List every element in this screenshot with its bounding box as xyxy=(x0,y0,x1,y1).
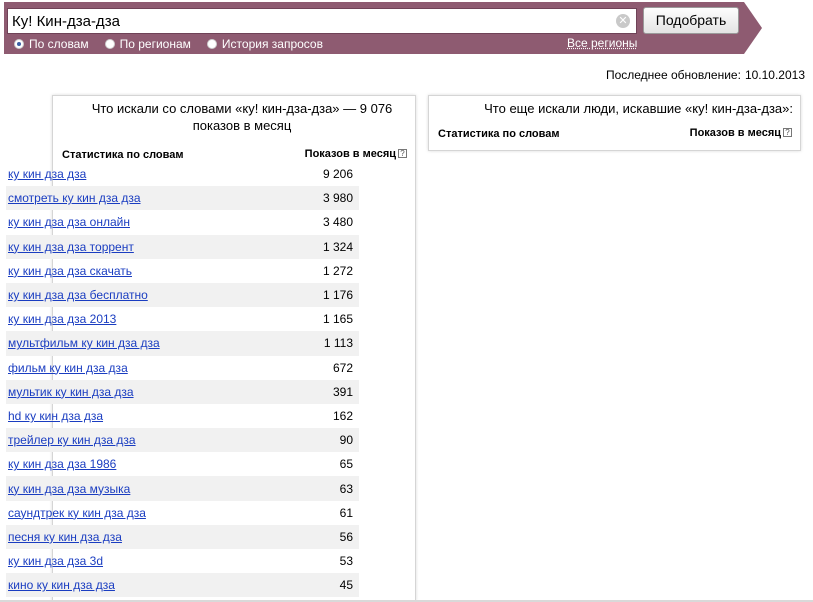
keyword-link[interactable]: ку кин дза дза онлайн xyxy=(8,215,130,229)
keyword-link[interactable]: кино ку кин дза дза xyxy=(8,578,115,592)
mode-by-regions[interactable]: По регионам xyxy=(104,37,191,51)
table-row: ку кин дза дза 1986 65 xyxy=(6,452,359,476)
table-row: ку кин дза дза онлайн 3 480 xyxy=(6,210,359,234)
help-icon[interactable]: ? xyxy=(398,149,407,158)
impressions-count: 53 xyxy=(339,554,353,569)
impressions-count: 1 176 xyxy=(322,288,353,303)
keyword-link[interactable]: ку кин дза дза бесплатно xyxy=(8,288,148,302)
keyword-link[interactable]: фильм ку кин дза дза xyxy=(8,361,128,375)
table-row: кино ку кин дза дза 45 xyxy=(6,573,359,598)
keyword-link[interactable]: смотреть ку кин дза дза xyxy=(8,191,141,205)
keyword-link[interactable]: hd ку кин дза дза xyxy=(8,409,103,423)
keyword-table: ку кин дза дза 9 206 смотреть ку кин дза д… xyxy=(6,162,359,598)
last-update-label: Последнее обновление: xyxy=(605,68,741,82)
last-update: Последнее обновление: 10.10.2013 xyxy=(602,68,805,82)
table-row: фильм ку кин дза дза 672 xyxy=(6,356,359,380)
search-input[interactable] xyxy=(12,11,612,31)
table-row: трейлер ку кин дза дза 90 xyxy=(6,428,359,453)
radio-unchecked-icon[interactable] xyxy=(104,39,115,49)
impressions-count: 45 xyxy=(339,578,353,593)
impressions-count: 61 xyxy=(339,505,353,520)
impressions-count: 1 324 xyxy=(322,239,353,254)
keyword-link[interactable]: саундтрек ку кин дза дза xyxy=(8,506,146,520)
search-field[interactable]: ✕ xyxy=(7,8,637,34)
keyword-link[interactable]: ку кин дза дза 3d xyxy=(8,554,103,568)
table-row: смотреть ку кин дза дза 3 980 xyxy=(6,186,359,211)
table-row: ку кин дза дза скачать 1 272 xyxy=(6,259,359,283)
mode-query-history-label: История запросов xyxy=(221,37,323,51)
column-header-phrase: Статистика по словам xyxy=(438,128,560,140)
keyword-link[interactable]: ку кин дза дза 2013 xyxy=(8,312,116,326)
table-row: ку кин дза дза 3d 53 xyxy=(6,549,359,573)
related-queries-panel: Что еще искали люди, искавшие «ку! кин-д… xyxy=(428,95,801,151)
keyword-link[interactable]: ку кин дза дза скачать xyxy=(8,264,132,278)
table-row: мультик ку кин дза дза 391 xyxy=(6,379,359,404)
column-header-count-label: Показов в месяц xyxy=(689,127,781,139)
impressions-count: 391 xyxy=(332,384,353,399)
column-header-count: Показов в месяц? xyxy=(305,148,407,160)
impressions-count: 672 xyxy=(332,360,353,375)
table-row: hd ку кин дза дза 162 xyxy=(6,404,359,428)
keyword-link[interactable]: ку кин дза дза музыка xyxy=(8,482,130,496)
radio-checked-icon[interactable] xyxy=(14,39,24,49)
impressions-count: 63 xyxy=(339,481,353,496)
related-queries-title: Что еще искали люди, искавшие «ку! кин-д… xyxy=(484,101,793,116)
table-row: ку кин дза дза бесплатно 1 176 xyxy=(6,282,359,308)
impressions-count: 1 165 xyxy=(322,312,353,327)
header-arrow-decoration xyxy=(744,2,762,54)
all-regions-link[interactable]: Все регионы xyxy=(567,36,637,50)
keyword-link[interactable]: ку кин дза дза 1986 xyxy=(8,457,116,471)
submit-button[interactable]: Подобрать xyxy=(643,7,739,34)
table-row: песня ку кин дза дза 56 xyxy=(6,524,359,549)
impressions-count: 162 xyxy=(332,408,353,423)
help-icon[interactable]: ? xyxy=(783,128,792,137)
impressions-count: 90 xyxy=(339,433,353,448)
column-header-count: Показов в месяц? xyxy=(690,127,792,139)
radio-unchecked-icon[interactable] xyxy=(206,39,217,49)
column-header-count-label: Показов в месяц xyxy=(304,148,396,160)
clear-icon[interactable]: ✕ xyxy=(616,14,630,28)
mode-by-words-label: По словам xyxy=(29,37,89,51)
impressions-count: 9 206 xyxy=(322,167,353,182)
keyword-link[interactable]: ку кин дза дза торрент xyxy=(8,240,134,254)
table-row: ку кин дза дза 2013 1 165 xyxy=(6,307,359,331)
keyword-link[interactable]: мультик ку кин дза дза xyxy=(8,385,134,399)
impressions-count: 1 113 xyxy=(323,336,353,351)
mode-query-history[interactable]: История запросов xyxy=(206,37,323,51)
table-row: ку кин дза дза торрент 1 324 xyxy=(6,234,359,259)
keyword-link[interactable]: ку кин дза дза xyxy=(8,167,86,181)
keyword-stats-title: Что искали со словами «ку! кин-дза-дза» … xyxy=(91,101,393,133)
impressions-count: 65 xyxy=(339,457,353,472)
keyword-link[interactable]: мультфильм ку кин дза дза xyxy=(8,336,160,350)
impressions-count: 56 xyxy=(339,529,353,544)
keyword-link[interactable]: трейлер ку кин дза дза xyxy=(8,433,136,447)
table-row: ку кин дза дза музыка 63 xyxy=(6,476,359,501)
column-header-phrase: Статистика по словам xyxy=(62,149,184,161)
keyword-link[interactable]: песня ку кин дза дза xyxy=(8,530,122,544)
impressions-count: 3 980 xyxy=(322,191,353,206)
last-update-date: 10.10.2013 xyxy=(744,68,805,82)
impressions-count: 1 272 xyxy=(322,263,353,278)
search-mode-radio-group: По словам По регионам История запросов xyxy=(14,36,339,52)
table-row: ку кин дза дза 9 206 xyxy=(6,162,359,186)
impressions-count: 3 480 xyxy=(322,215,353,230)
mode-by-words[interactable]: По словам xyxy=(14,37,89,51)
table-row: саундтрек ку кин дза дза 61 xyxy=(6,501,359,525)
table-row: мультфильм ку кин дза дза 1 113 xyxy=(6,331,359,356)
mode-by-regions-label: По регионам xyxy=(119,37,191,51)
